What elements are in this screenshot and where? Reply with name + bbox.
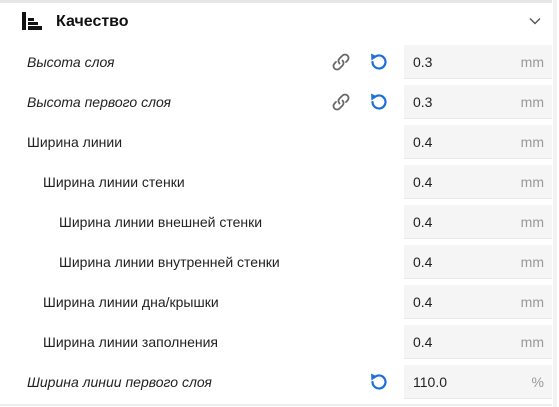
setting-unit: mm: [520, 94, 544, 110]
setting-unit: mm: [520, 134, 544, 150]
setting-value: 0.4: [413, 174, 433, 190]
quality-settings-panel: Качество Высота слоя 0.3 mm Высота перво…: [0, 0, 559, 407]
setting-value: 0.4: [413, 214, 433, 230]
setting-row-wall-line-width: Ширина линии стенки 0.4 mm: [0, 162, 552, 202]
section-header-quality[interactable]: Качество: [0, 4, 552, 40]
setting-value-field[interactable]: 0.4 mm: [404, 285, 552, 319]
setting-row-initial-layer-height: Высота первого слоя 0.3 mm: [0, 82, 552, 122]
setting-value: 0.3: [413, 94, 433, 110]
setting-value-field[interactable]: 0.4 mm: [404, 125, 552, 159]
setting-row-initial-layer-line-width: Ширина линии первого слоя 110.0 %: [0, 362, 552, 402]
setting-value: 0.4: [413, 134, 433, 150]
setting-label: Ширина линии: [27, 134, 123, 150]
setting-label: Высота первого слоя: [27, 94, 171, 110]
link-icon[interactable]: [330, 91, 352, 113]
setting-unit: mm: [520, 214, 544, 230]
setting-unit: %: [531, 374, 544, 390]
quality-settings-icon: [22, 12, 42, 30]
setting-unit: mm: [520, 334, 544, 350]
setting-value: 0.4: [413, 334, 433, 350]
setting-value-field[interactable]: 0.4 mm: [404, 245, 552, 279]
bottom-divider: [0, 404, 552, 406]
setting-unit: mm: [520, 254, 544, 270]
setting-row-infill-line-width: Ширина линии заполнения 0.4 mm: [0, 322, 552, 362]
setting-row-line-width: Ширина линии 0.4 mm: [0, 122, 552, 162]
setting-unit: mm: [520, 174, 544, 190]
setting-value: 110.0: [413, 374, 447, 390]
setting-value-field[interactable]: 0.3 mm: [404, 85, 552, 119]
setting-label: Ширина линии стенки: [43, 174, 185, 190]
scrollbar[interactable]: [553, 0, 557, 407]
setting-unit: mm: [520, 294, 544, 310]
setting-value: 0.4: [413, 254, 433, 270]
setting-value-field[interactable]: 0.4 mm: [404, 325, 552, 359]
setting-value-field[interactable]: 0.4 mm: [404, 205, 552, 239]
setting-label: Ширина линии дна/крышки: [43, 294, 219, 310]
setting-label: Ширина линии заполнения: [43, 334, 218, 350]
setting-value-field[interactable]: 110.0 %: [404, 365, 552, 399]
setting-value: 0.3: [413, 54, 433, 70]
setting-label: Высота слоя: [27, 54, 115, 70]
setting-value-field[interactable]: 0.3 mm: [404, 45, 552, 79]
setting-value-field[interactable]: 0.4 mm: [404, 165, 552, 199]
section-title: Качество: [56, 13, 129, 30]
setting-label: Ширина линии внешней стенки: [59, 214, 263, 230]
chevron-down-icon[interactable]: [528, 14, 542, 28]
reset-icon[interactable]: [367, 51, 389, 73]
setting-row-outer-wall-line-width: Ширина линии внешней стенки 0.4 mm: [0, 202, 552, 242]
top-divider: [0, 0, 552, 3]
setting-row-inner-wall-line-width: Ширина линии внутренней стенки 0.4 mm: [0, 242, 552, 282]
reset-icon[interactable]: [367, 91, 389, 113]
setting-row-layer-height: Высота слоя 0.3 mm: [0, 42, 552, 82]
setting-label: Ширина линии первого слоя: [27, 374, 212, 390]
setting-value: 0.4: [413, 294, 433, 310]
link-icon[interactable]: [330, 51, 352, 73]
setting-row-top-bottom-line-width: Ширина линии дна/крышки 0.4 mm: [0, 282, 552, 322]
reset-icon[interactable]: [367, 371, 389, 393]
setting-unit: mm: [520, 54, 544, 70]
setting-label: Ширина линии внутренней стенки: [59, 254, 280, 270]
